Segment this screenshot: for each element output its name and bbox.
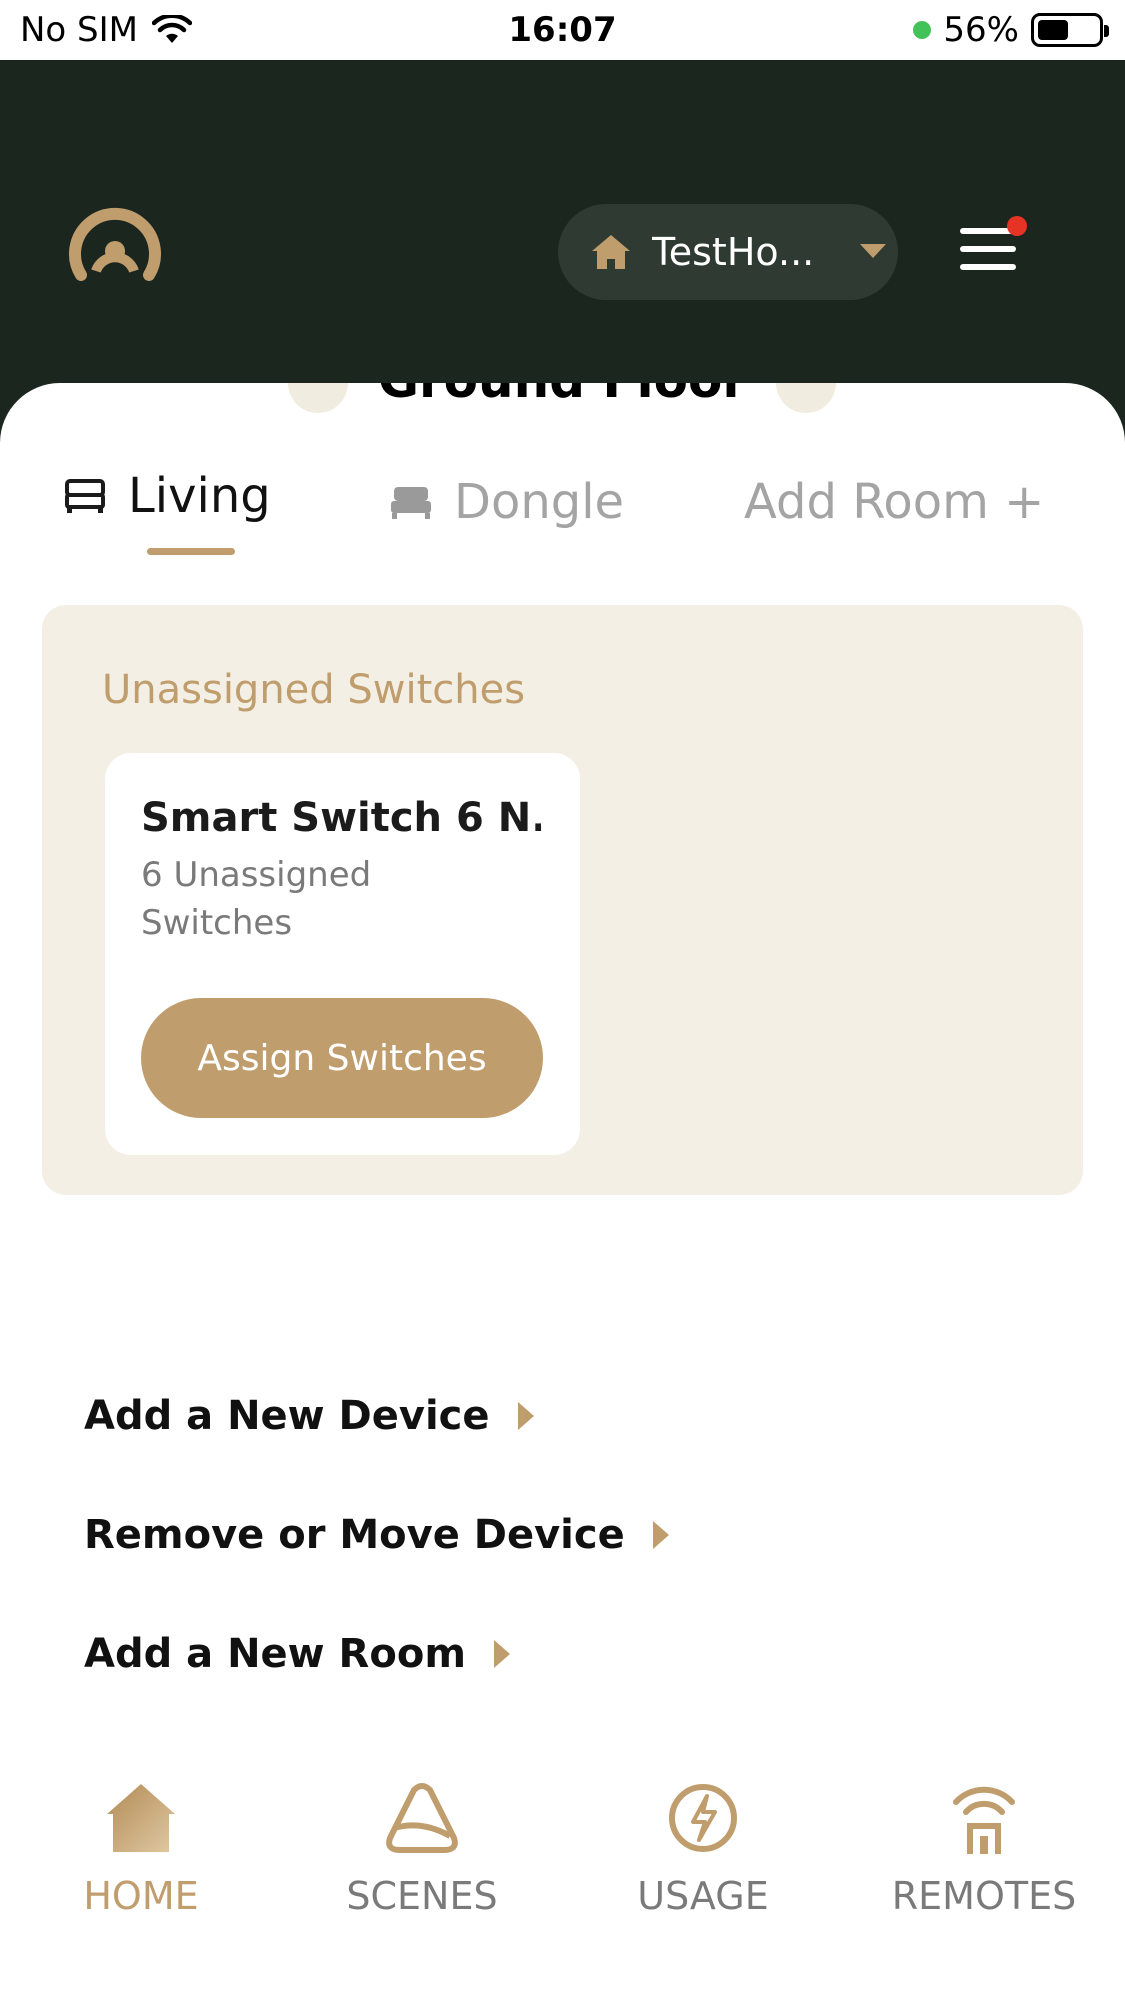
action-label: Add a New Room	[84, 1631, 466, 1677]
nav-scenes[interactable]: SCENES	[302, 1760, 542, 1918]
nav-label: SCENES	[346, 1874, 498, 1918]
hamburger-icon-bar	[960, 264, 1016, 270]
house-icon	[592, 235, 630, 269]
add-room-link[interactable]: Add a New Room	[84, 1631, 510, 1677]
caret-right-icon	[652, 1521, 669, 1549]
hamburger-icon-bar	[960, 246, 1016, 252]
brand-logo-icon	[69, 208, 161, 281]
unassigned-switches-panel: Unassigned Switches Smart Switch 6 N... …	[42, 605, 1083, 1195]
nav-label: HOME	[83, 1874, 199, 1918]
scenes-icon	[386, 1783, 458, 1853]
switch-card[interactable]: Smart Switch 6 N... 6 Unassigned Switche…	[105, 753, 580, 1155]
nav-label: REMOTES	[891, 1874, 1077, 1918]
switch-name: Smart Switch 6 N...	[141, 795, 541, 841]
switch-subtitle: 6 Unassigned Switches	[141, 855, 372, 943]
caret-right-icon	[517, 1402, 534, 1430]
home-selector[interactable]: TestHo...	[558, 204, 898, 300]
content-sheet: Ground Floor Living Dongle Add Room +	[0, 383, 1125, 2001]
action-label: Remove or Move Device	[84, 1512, 625, 1558]
status-bar: No SIM 16:07 56%	[0, 0, 1125, 60]
battery-percent: 56%	[943, 10, 1019, 50]
usage-icon	[669, 1784, 737, 1852]
chevron-down-icon	[860, 244, 886, 258]
floor-title: Ground Floor	[0, 383, 1125, 409]
bed-icon	[391, 487, 431, 519]
home-name: TestHo...	[652, 230, 815, 274]
bottom-nav: HOME SCENES USAGE REMOTES	[0, 1760, 1125, 2001]
caret-right-icon	[494, 1640, 510, 1668]
bed-icon	[65, 479, 105, 513]
tab-label: Add Room +	[744, 474, 1045, 530]
tab-label: Living	[128, 468, 271, 524]
tab-living[interactable]: Living	[64, 468, 271, 524]
add-device-link[interactable]: Add a New Device	[84, 1393, 534, 1439]
remotes-icon	[953, 1786, 1015, 1854]
tab-label: Dongle	[454, 474, 625, 530]
nav-usage[interactable]: USAGE	[583, 1760, 823, 1918]
notification-badge	[1007, 216, 1027, 236]
assign-switches-button[interactable]: Assign Switches	[141, 998, 543, 1118]
action-label: Add a New Device	[84, 1393, 490, 1439]
menu-button[interactable]	[960, 228, 1018, 278]
tab-dongle[interactable]: Dongle	[390, 474, 624, 530]
tab-add-room[interactable]: Add Room +	[744, 474, 1044, 530]
active-tab-indicator	[147, 548, 235, 555]
privacy-indicator-dot	[913, 21, 932, 39]
nav-home[interactable]: HOME	[21, 1760, 261, 1918]
battery-icon	[1031, 13, 1109, 47]
home-icon	[107, 1784, 175, 1852]
nav-label: USAGE	[637, 1874, 769, 1918]
remove-move-device-link[interactable]: Remove or Move Device	[84, 1512, 669, 1558]
room-tabs: Living Dongle Add Room +	[0, 468, 1125, 548]
nav-remotes[interactable]: REMOTES	[864, 1760, 1104, 1918]
panel-title: Unassigned Switches	[102, 667, 526, 713]
status-right: 56%	[913, 10, 1109, 50]
